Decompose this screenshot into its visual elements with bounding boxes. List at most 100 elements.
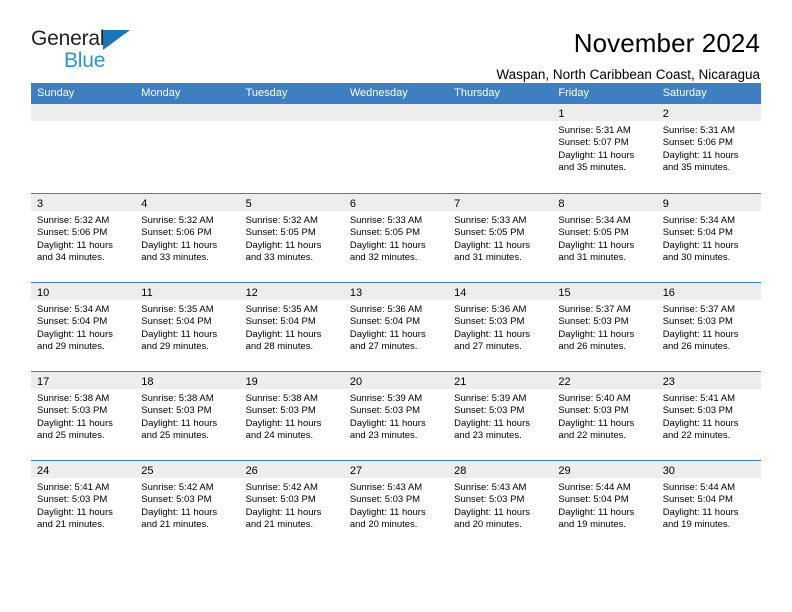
daylight-text-line2: and 29 minutes. [37,341,105,353]
calendar-day-cell[interactable]: 7 Sunrise: 5:33 AM Sunset: 5:05 PM Daylight… [448,194,553,282]
calendar-day-cell[interactable]: 3 Sunrise: 5:32 AM Sunset: 5:06 PM Daylight… [31,194,136,282]
calendar-day-cell[interactable]: 27 Sunrise: 5:43 AM Sunset: 5:03 PM Dayligh… [343,461,449,549]
weekday-wednesday: Wednesday [349,87,408,99]
day-number-strip: 28 [448,461,553,478]
weekday-friday: Friday [558,87,589,99]
calendar-day-cell[interactable]: 21 Sunrise: 5:39 AM Sunset: 5:03 PM Dayligh… [448,372,553,460]
calendar-day-cell[interactable]: 16 Sunrise: 5:37 AM Sunset: 5:03 PM Dayligh… [656,283,761,371]
brand-logo[interactable]: General Blue [31,28,151,74]
day-number-strip [239,104,344,121]
daylight-text-line2: and 33 minutes. [141,252,209,264]
calendar-day-cell[interactable]: 5 Sunrise: 5:32 AM Sunset: 5:05 PM Daylight… [239,194,344,282]
sunrise-text: Sunrise: 5:38 AM [37,393,110,404]
day-sun-info: Sunrise: 5:35 AM Sunset: 5:04 PM Daylight:… [135,300,239,354]
day-number: 26 [245,465,258,477]
daylight-text-line2: and 34 minutes. [37,252,105,264]
day-sun-info: Sunrise: 5:41 AM Sunset: 5:03 PM Daylight:… [657,389,761,443]
calendar-week-row: 3 Sunrise: 5:32 AM Sunset: 5:06 PM Daylight… [31,193,761,282]
day-sun-info: Sunrise: 5:42 AM Sunset: 5:03 PM Daylight:… [240,478,344,532]
weekday-monday: Monday [141,87,181,99]
day-number-strip: 9 [656,194,761,211]
calendar-day-cell[interactable]: 20 Sunrise: 5:39 AM Sunset: 5:03 PM Dayligh… [343,372,449,460]
calendar-day-cell[interactable]: 24 Sunrise: 5:41 AM Sunset: 5:03 PM Dayligh… [31,461,136,549]
daylight-text-line1: Daylight: 11 hours [349,239,426,251]
calendar-day-cell[interactable]: 10 Sunrise: 5:34 AM Sunset: 5:04 PM Dayligh… [31,283,136,371]
calendar-day-cell[interactable]: 1 Sunrise: 5:31 AM Sunset: 5:07 PM Daylight… [552,104,657,193]
calendar-day-cell[interactable]: 11 Sunrise: 5:35 AM Sunset: 5:04 PM Dayligh… [135,283,240,371]
calendar-day-cell[interactable]: 13 Sunrise: 5:36 AM Sunset: 5:04 PM Dayligh… [343,283,449,371]
calendar-day-cell[interactable]: 8 Sunrise: 5:34 AM Sunset: 5:05 PM Daylight… [552,194,657,282]
day-number-strip: 20 [343,372,449,389]
sunset-text: Sunset: 5:05 PM [349,227,421,239]
day-number: 17 [37,376,50,388]
sunrise-text: Sunrise: 5:32 AM [245,215,318,226]
calendar-day-cell[interactable]: 28 Sunrise: 5:43 AM Sunset: 5:03 PM Dayligh… [448,461,553,549]
day-number: 23 [662,376,675,388]
day-number: 2 [662,108,669,120]
daylight-text-line2: and 19 minutes. [558,519,627,531]
daylight-text-line1: Daylight: 11 hours [37,417,113,429]
daylight-text-line1: Daylight: 11 hours [245,506,322,518]
calendar-day-cell[interactable]: 25 Sunrise: 5:42 AM Sunset: 5:03 PM Dayligh… [135,461,240,549]
day-number-strip: 18 [135,372,240,389]
sunrise-text: Sunrise: 5:33 AM [349,215,423,226]
sunrise-text: Sunrise: 5:31 AM [558,125,631,136]
day-number-strip: 2 [656,104,761,121]
daylight-text-line1: Daylight: 11 hours [141,239,218,251]
day-sun-info: Sunrise: 5:42 AM Sunset: 5:03 PM Daylight:… [135,478,239,532]
calendar-day-cell[interactable]: 6 Sunrise: 5:33 AM Sunset: 5:05 PM Daylight… [343,194,449,282]
day-number-strip: 21 [448,372,553,389]
calendar-day-cell[interactable]: 26 Sunrise: 5:42 AM Sunset: 5:03 PM Dayligh… [239,461,344,549]
daylight-text-line1: Daylight: 11 hours [349,506,426,518]
calendar-day-cell[interactable]: 4 Sunrise: 5:32 AM Sunset: 5:06 PM Daylight… [135,194,240,282]
brand-name-general: General [31,27,105,50]
day-number: 3 [37,198,44,210]
day-number-strip: 7 [448,194,553,211]
sunset-text: Sunset: 5:07 PM [558,137,629,149]
day-number-strip: 29 [552,461,657,478]
daylight-text-line1: Daylight: 11 hours [141,506,218,518]
calendar-day-cell[interactable]: 17 Sunrise: 5:38 AM Sunset: 5:03 PM Dayligh… [31,372,136,460]
calendar-day-cell[interactable]: 30 Sunrise: 5:44 AM Sunset: 5:04 PM Dayligh… [656,461,761,549]
calendar-day-cell[interactable]: 19 Sunrise: 5:38 AM Sunset: 5:03 PM Dayligh… [239,372,344,460]
sunrise-text: Sunrise: 5:38 AM [245,393,318,404]
sunrise-text: Sunrise: 5:44 AM [662,482,736,493]
day-number: 6 [349,198,356,210]
sunset-text: Sunset: 5:03 PM [141,405,212,417]
calendar-day-cell[interactable]: 18 Sunrise: 5:38 AM Sunset: 5:03 PM Dayligh… [135,372,240,460]
calendar-day-cell[interactable]: 22 Sunrise: 5:40 AM Sunset: 5:03 PM Dayligh… [552,372,657,460]
daylight-text-line2: and 20 minutes. [349,519,418,531]
day-number: 13 [349,287,363,299]
day-number: 22 [558,376,571,388]
daylight-text-line2: and 19 minutes. [662,519,731,531]
daylight-text-line1: Daylight: 11 hours [245,239,322,251]
day-number: 1 [558,108,565,120]
calendar-day-cell[interactable]: 14 Sunrise: 5:36 AM Sunset: 5:03 PM Dayligh… [448,283,553,371]
day-number-strip: 22 [552,372,657,389]
day-number: 12 [245,287,258,299]
calendar-weeks: 1 Sunrise: 5:31 AM Sunset: 5:07 PM Daylight… [31,104,761,549]
calendar-day-cell[interactable]: 12 Sunrise: 5:35 AM Sunset: 5:04 PM Dayligh… [239,283,344,371]
sunrise-text: Sunrise: 5:40 AM [558,393,631,404]
calendar-day-cell[interactable]: 2 Sunrise: 5:31 AM Sunset: 5:06 PM Daylight… [656,104,761,193]
daylight-text-line1: Daylight: 11 hours [245,328,322,340]
page-header: General Blue November 2024 Waspan, North… [31,0,761,82]
calendar-day-cell[interactable]: 9 Sunrise: 5:34 AM Sunset: 5:04 PM Daylight… [656,194,761,282]
calendar-week-row: 1 Sunrise: 5:31 AM Sunset: 5:07 PM Daylight… [31,104,761,193]
sunrise-text: Sunrise: 5:32 AM [37,215,110,226]
calendar-day-cell[interactable]: 15 Sunrise: 5:37 AM Sunset: 5:03 PM Dayligh… [552,283,657,371]
calendar-day-cell[interactable]: 23 Sunrise: 5:41 AM Sunset: 5:03 PM Dayligh… [656,372,761,460]
day-number-strip: 15 [552,283,657,300]
day-number: 18 [141,376,154,388]
daylight-text-line2: and 21 minutes. [37,519,105,531]
sunset-text: Sunset: 5:05 PM [454,227,525,239]
day-sun-info: Sunrise: 5:38 AM Sunset: 5:03 PM Daylight:… [240,389,344,443]
daylight-text-line2: and 21 minutes. [141,519,209,531]
sunset-text: Sunset: 5:04 PM [245,316,316,328]
day-sun-info: Sunrise: 5:41 AM Sunset: 5:03 PM Daylight:… [31,478,135,532]
daylight-text-line2: and 25 minutes. [37,430,105,442]
sunset-text: Sunset: 5:05 PM [558,227,629,239]
sunset-text: Sunset: 5:03 PM [37,494,108,506]
day-number-strip [31,104,136,121]
calendar-day-cell[interactable]: 29 Sunrise: 5:44 AM Sunset: 5:04 PM Dayligh… [552,461,657,549]
